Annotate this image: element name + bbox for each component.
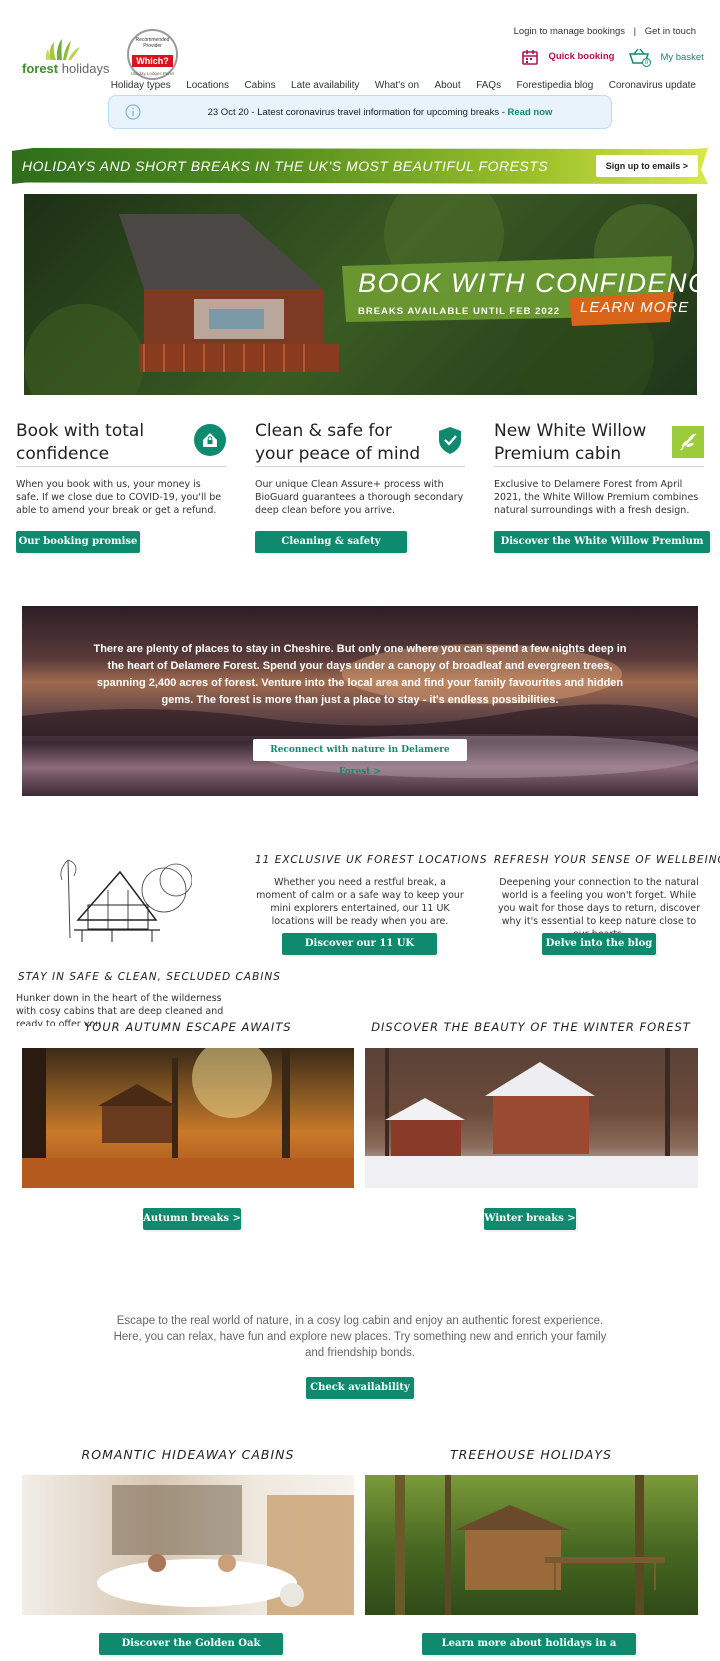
quick-booking-button[interactable]: Quick booking (522, 48, 614, 66)
treehouse-button[interactable]: Learn more about holidays in a treehouse… (422, 1633, 636, 1661)
nav-late-availability[interactable]: Late availability (291, 80, 359, 91)
reconnect-button[interactable]: Reconnect with nature in Delamere Forest… (253, 739, 467, 777)
main-nav: Holiday types Locations Cabins Late avai… (100, 75, 696, 93)
delamere-text: There are plenty of places to stay in Ch… (93, 643, 627, 706)
autumn-title: YOUR AUTUMN ESCAPE AWAITS (84, 1020, 292, 1034)
read-now-link[interactable]: Read now (508, 107, 553, 118)
feature-title: Book with total confidence (16, 421, 145, 464)
get-in-touch-link[interactable]: Get in touch (645, 26, 696, 37)
cleaning-safety-button[interactable]: Cleaning & safety processes > (255, 531, 407, 569)
delamere-panel: There are plenty of places to stay in Ch… (22, 606, 698, 796)
treehouse-title: TREEHOUSE HOLIDAYS (450, 1447, 612, 1462)
romantic-image[interactable] (22, 1475, 354, 1615)
cabin-sketch (52, 850, 193, 946)
feature-text: Exclusive to Delamere Forest from April … (494, 479, 699, 516)
treehouse-image[interactable] (365, 1475, 698, 1615)
wellbeing-title: REFRESH YOUR SENSE OF WELLBEING (494, 854, 720, 866)
sign-up-button[interactable]: Sign up to emails > (595, 155, 698, 177)
romantic-scene (97, 1485, 354, 1615)
autumn-scene (22, 1048, 354, 1188)
leaves-icon (45, 39, 80, 60)
which-badge: Recommended Provider Which? Holiday Lodg… (127, 29, 178, 80)
nav-holiday-types[interactable]: Holiday types (111, 80, 171, 91)
basket-button[interactable]: 0 My basket (628, 48, 704, 68)
locations-title: 11 EXCLUSIVE UK FOREST LOCATIONS (255, 854, 488, 866)
divider: | (633, 26, 637, 37)
willow-leaf-icon (672, 426, 704, 458)
blog-button[interactable]: Delve into the blog > (542, 933, 656, 971)
winter-scene (365, 1048, 698, 1188)
shield-check-icon (434, 424, 466, 456)
covid-alert: 23 Oct 20 - Latest coronavirus travel in… (108, 95, 612, 129)
nav-faqs[interactable]: FAQs (476, 80, 501, 91)
nav-whats-on[interactable]: What's on (375, 80, 419, 91)
learn-more-button[interactable]: LEARN MORE (580, 299, 689, 316)
autumn-breaks-button[interactable]: Autumn breaks > (143, 1208, 241, 1230)
logo-forest: forest (22, 61, 59, 76)
escape-text: Escape to the real world of nature, in a… (113, 1315, 607, 1359)
wellbeing-text: Deepening your connection to the natural… (497, 877, 701, 940)
basket-count: 0 (642, 58, 651, 67)
golden-oak-button[interactable]: Discover the Golden Oak Hideaway > (99, 1633, 283, 1661)
white-willow-button[interactable]: Discover the White Willow Premium cabin … (494, 531, 710, 569)
winter-breaks-button[interactable]: Winter breaks > (484, 1208, 576, 1230)
banner-strip: HOLIDAYS AND SHORT BREAKS IN THE UK'S MO… (12, 148, 708, 184)
nav-blog[interactable]: Forestipedia blog (517, 80, 594, 91)
winter-image[interactable] (365, 1048, 698, 1188)
logo-holidays: holidays (61, 61, 110, 76)
house-lock-icon (194, 424, 226, 456)
autumn-image[interactable] (22, 1048, 354, 1188)
nav-locations[interactable]: Locations (186, 80, 229, 91)
discover-locations-button[interactable]: Discover our 11 UK locations > (282, 933, 437, 971)
nav-cabins[interactable]: Cabins (244, 80, 275, 91)
feature-title: New White Willow Premium cabin (494, 421, 647, 464)
alert-text: 23 Oct 20 - Latest coronavirus travel in… (207, 107, 508, 118)
top-links: Login to manage bookings | Get in touch (514, 26, 696, 37)
treehouse-scene (395, 1475, 665, 1615)
check-availability-button[interactable]: Check availability > (306, 1377, 414, 1415)
nav-coronavirus[interactable]: Coronavirus update (609, 80, 696, 91)
feature-text: When you book with us, your money is saf… (16, 479, 222, 516)
feature-title: Clean & safe for your peace of mind (255, 421, 421, 464)
booking-promise-button[interactable]: Our booking promise > (16, 531, 140, 569)
login-link[interactable]: Login to manage bookings (514, 26, 625, 37)
cabins-title: STAY IN SAFE & CLEAN, SECLUDED CABINS (18, 971, 281, 983)
hero-headline: BOOK WITH CONFIDENCE (358, 268, 697, 298)
hero-sub: BREAKS AVAILABLE UNTIL FEB 2022 (358, 306, 561, 317)
romantic-title: ROMANTIC HIDEAWAY CABINS (81, 1447, 295, 1462)
nav-about[interactable]: About (434, 80, 460, 91)
hero-image[interactable]: BOOK WITH CONFIDENCE BREAKS AVAILABLE UN… (24, 194, 697, 395)
winter-title: DISCOVER THE BEAUTY OF THE WINTER FOREST (371, 1020, 691, 1034)
locations-text: Whether you need a restful break, a mome… (256, 877, 464, 927)
banner-title: HOLIDAYS AND SHORT BREAKS IN THE UK'S MO… (22, 158, 549, 174)
calendar-icon (522, 49, 538, 65)
feature-text: Our unique Clean Assure+ process with Bi… (255, 479, 464, 516)
site-logo[interactable]: forest holidays (22, 38, 110, 78)
